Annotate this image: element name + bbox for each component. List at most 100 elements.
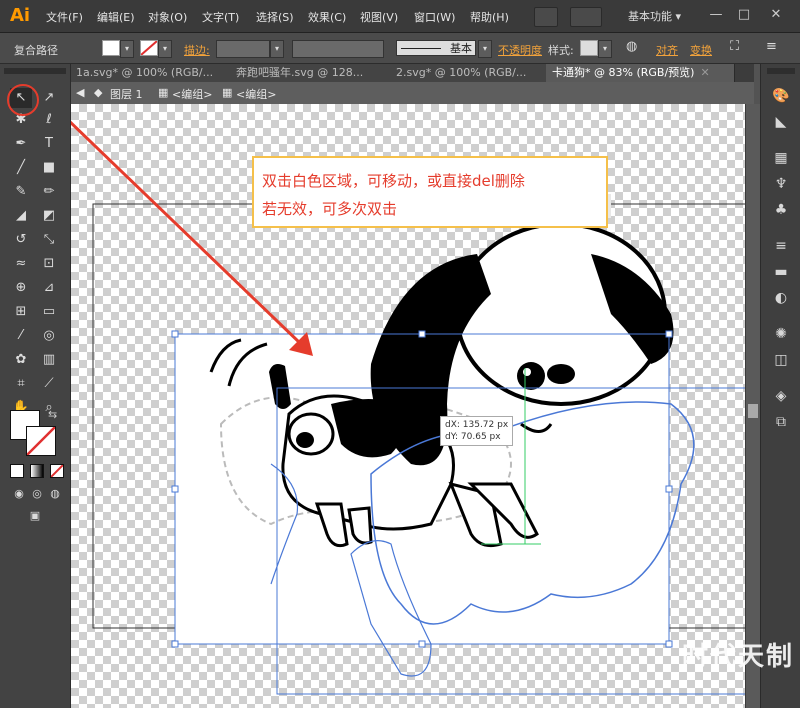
graphic-styles-icon[interactable]: ◫ (769, 350, 793, 370)
color-mode-icon[interactable] (10, 464, 24, 478)
tab-close-icon[interactable]: ✕ (700, 66, 709, 79)
tab-label: 卡通狗* @ 83% (RGB/预览) (552, 66, 695, 79)
shape-builder-icon[interactable]: ⊕ (10, 278, 32, 298)
stroke-swatch[interactable] (140, 40, 158, 56)
transform-label[interactable]: 变换 (690, 42, 712, 58)
panel-grip[interactable] (4, 68, 66, 74)
eraser-icon[interactable]: ◩ (38, 206, 60, 226)
gradient-icon[interactable]: ▭ (38, 302, 60, 322)
bridge-button[interactable] (534, 7, 558, 27)
pen-icon[interactable]: ✒ (10, 134, 32, 154)
blend-icon[interactable]: ◎ (38, 326, 60, 346)
appearance-icon[interactable]: ✺ (769, 324, 793, 344)
scroll-thumb[interactable] (748, 404, 758, 418)
stroke-weight-dropdown[interactable]: ▾ (270, 40, 284, 58)
transparency-icon[interactable]: ◐ (769, 288, 793, 308)
screen-mode-icon[interactable]: ▣ (24, 506, 46, 526)
menu-object[interactable]: 对象(O) (148, 9, 187, 25)
tab-document-1[interactable]: 1a.svg* @ 100% (RGB/... (70, 64, 235, 82)
slice-icon[interactable]: ⟋ (38, 374, 60, 394)
graphic-style-dropdown[interactable]: ▾ (598, 40, 612, 58)
menu-file[interactable]: 文件(F) (46, 9, 83, 25)
watermark: 时代天制 (682, 642, 795, 672)
menu-edit[interactable]: 编辑(E) (97, 9, 135, 25)
isolation-breadcrumb: ◀ ◆ 图层 1 ▦ <编组> ▦ <编组> (70, 82, 754, 105)
menu-help[interactable]: 帮助(H) (470, 9, 509, 25)
stroke-weight-input[interactable] (216, 40, 270, 58)
isolate-icon[interactable]: ⛶ (730, 39, 739, 54)
menu-effect[interactable]: 效果(C) (308, 9, 346, 25)
rectangle-icon[interactable]: ■ (38, 158, 60, 178)
mesh-icon[interactable]: ⊞ (10, 302, 32, 322)
free-transform-icon[interactable]: ⊡ (38, 254, 60, 274)
arrange-documents-button[interactable] (570, 7, 602, 27)
swap-fill-stroke-icon[interactable]: ⇆ (48, 408, 57, 421)
brushes-icon[interactable]: ♆ (769, 174, 793, 194)
paintbrush-icon[interactable]: ✎ (10, 182, 32, 202)
tab-document-3[interactable]: 2.svg* @ 100% (RGB/... (390, 64, 547, 82)
menu-select[interactable]: 选择(S) (256, 9, 294, 25)
line-icon[interactable]: ╱ (10, 158, 32, 178)
type-icon[interactable]: T (38, 134, 60, 154)
stroke-label[interactable]: 描边: (184, 42, 210, 58)
fill-dropdown[interactable]: ▾ (120, 40, 134, 58)
brush-definition-dropdown[interactable]: ▾ (478, 40, 492, 58)
recolor-artwork-icon[interactable]: ◍ (626, 39, 637, 54)
restore-icon[interactable]: □ (734, 6, 754, 24)
panel-menu-icon[interactable]: ≡ (766, 39, 777, 54)
stroke-icon[interactable]: ≡ (769, 236, 793, 256)
swatches-icon[interactable]: ▦ (769, 148, 793, 168)
highlight-circle (7, 84, 39, 116)
close-icon[interactable]: ✕ (766, 6, 786, 24)
instruction-callout: 双击白色区域，可移动，或直接del删除 若无效，可多次双击 (252, 156, 608, 228)
menu-view[interactable]: 视图(V) (360, 9, 398, 25)
symbol-sprayer-icon[interactable]: ✿ (10, 350, 32, 370)
variable-width-profile[interactable] (292, 40, 384, 58)
artboard-icon[interactable]: ⌗ (10, 374, 32, 394)
fill-swatch[interactable] (102, 40, 120, 56)
vertical-scrollbar[interactable] (745, 104, 761, 708)
menu-type[interactable]: 文字(T) (202, 9, 239, 25)
tab-document-2[interactable]: 奔跑吧骚年.svg @ 128... (230, 64, 395, 82)
pencil-icon[interactable]: ✏ (38, 182, 60, 202)
dock-grip[interactable] (767, 68, 795, 74)
rotate-icon[interactable]: ↺ (10, 230, 32, 250)
opacity-label[interactable]: 不透明度 (498, 42, 542, 58)
breadcrumb-layer[interactable]: 图层 1 (110, 86, 143, 102)
none-icon (26, 426, 56, 456)
lasso-icon[interactable]: ℓ (38, 110, 60, 130)
scale-icon[interactable]: ⤡ (38, 230, 60, 250)
symbols-icon[interactable]: ♣ (769, 200, 793, 220)
column-graph-icon[interactable]: ▥ (38, 350, 60, 370)
gradient-panel-icon[interactable]: ▬ (769, 262, 793, 282)
stroke-color-box[interactable] (26, 426, 56, 456)
perspective-grid-icon[interactable]: ⊿ (38, 278, 60, 298)
gradient-mode-icon[interactable] (30, 464, 44, 478)
menu-window[interactable]: 窗口(W) (414, 9, 455, 25)
workspace-switcher[interactable]: 基本功能 ▾ (628, 8, 681, 24)
graphic-style-swatch[interactable] (580, 40, 598, 56)
brush-definition-select[interactable]: 基本 (396, 40, 476, 56)
color-guide-icon[interactable]: ◣ (769, 112, 793, 132)
breadcrumb-group-1[interactable]: <编组> (172, 86, 212, 102)
tab-document-active[interactable]: 卡通狗* @ 83% (RGB/预览) ✕ (546, 64, 735, 82)
back-arrow-icon[interactable]: ◀ (76, 86, 84, 99)
none-mode-icon[interactable] (50, 464, 64, 478)
style-label: 样式: (548, 44, 574, 57)
blob-brush-icon[interactable]: ◢ (10, 206, 32, 226)
layers-panel-icon[interactable]: ◈ (769, 386, 793, 406)
breadcrumb-group-2[interactable]: <编组> (236, 86, 276, 102)
direct-selection-icon[interactable]: ↗ (38, 88, 60, 108)
stroke-dropdown[interactable]: ▾ (158, 40, 172, 58)
panel-dock: 🎨 ◣ ▦ ♆ ♣ ≡ ▬ ◐ ✺ ◫ ◈ ⧉ (760, 64, 800, 708)
move-offset-tooltip: dX: 135.72 px dY: 70.65 px (440, 416, 514, 446)
app-logo: Ai (9, 5, 31, 26)
color-icon[interactable]: 🎨 (769, 86, 793, 106)
artboards-panel-icon[interactable]: ⧉ (769, 412, 793, 432)
width-icon[interactable]: ≈ (10, 254, 32, 274)
minimize-icon[interactable]: — (706, 6, 726, 24)
align-label[interactable]: 对齐 (656, 42, 678, 58)
eyedropper-icon[interactable]: ⁄ (10, 326, 32, 346)
layers-icon: ◆ (94, 86, 103, 99)
draw-inside-icon[interactable]: ◍ (44, 484, 66, 504)
